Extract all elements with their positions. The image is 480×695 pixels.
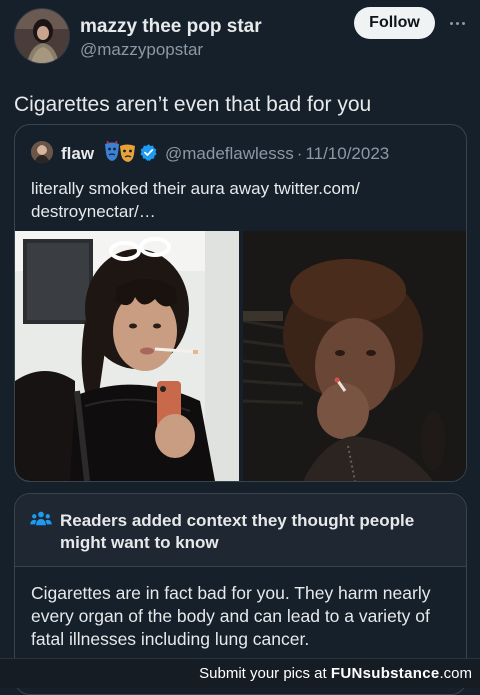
community-note-body: Cigarettes are in fact bad for you. They… [31,583,431,649]
quoted-author-avatar [31,141,53,163]
quoted-author-handle: @madeflawlesss [165,144,294,163]
watermark-footer: Submit your pics at FUNsubstance.com [0,658,480,688]
meta-separator: · [296,144,303,163]
community-note-title: Readers added context they thought peopl… [60,511,415,552]
watermark-text: Submit your pics at FUNsubstance.com [199,665,472,682]
photo-person-smoking-dark[interactable] [243,231,466,481]
verified-badge-icon [140,144,157,161]
more-horizontal-icon[interactable] [446,13,468,33]
quoted-post[interactable]: flaw @madeflawlesss · 11/10/2023 literally… [14,124,467,482]
quoted-post-date: 11/10/2023 [305,144,390,163]
photo-woman-smoking-street[interactable] [15,231,239,481]
post-text: Cigarettes aren’t even that bad for you [14,93,372,116]
watermark-suffix: .com [439,665,472,682]
quoted-media[interactable] [15,231,466,481]
quoted-author-name: flaw [61,144,95,163]
quoted-meta: @madeflawlesss · 11/10/2023 [165,144,389,164]
author-handle[interactable]: @mazzypopstar [80,40,203,60]
theater-mask-icon [105,141,135,162]
people-icon [30,511,52,526]
quoted-post-text: literally smoked their aura away twitter… [31,179,360,221]
community-note-header: Readers added context they thought peopl… [15,494,466,567]
follow-button[interactable]: Follow [354,7,435,39]
watermark-brand: FUNsubstance [330,665,440,682]
author-avatar[interactable] [14,8,70,64]
post-header: mazzy thee pop star @mazzypopstar Follow [14,6,466,68]
watermark-prefix: Submit your pics at [199,665,331,682]
author-display-name[interactable]: mazzy thee pop star [80,16,262,38]
